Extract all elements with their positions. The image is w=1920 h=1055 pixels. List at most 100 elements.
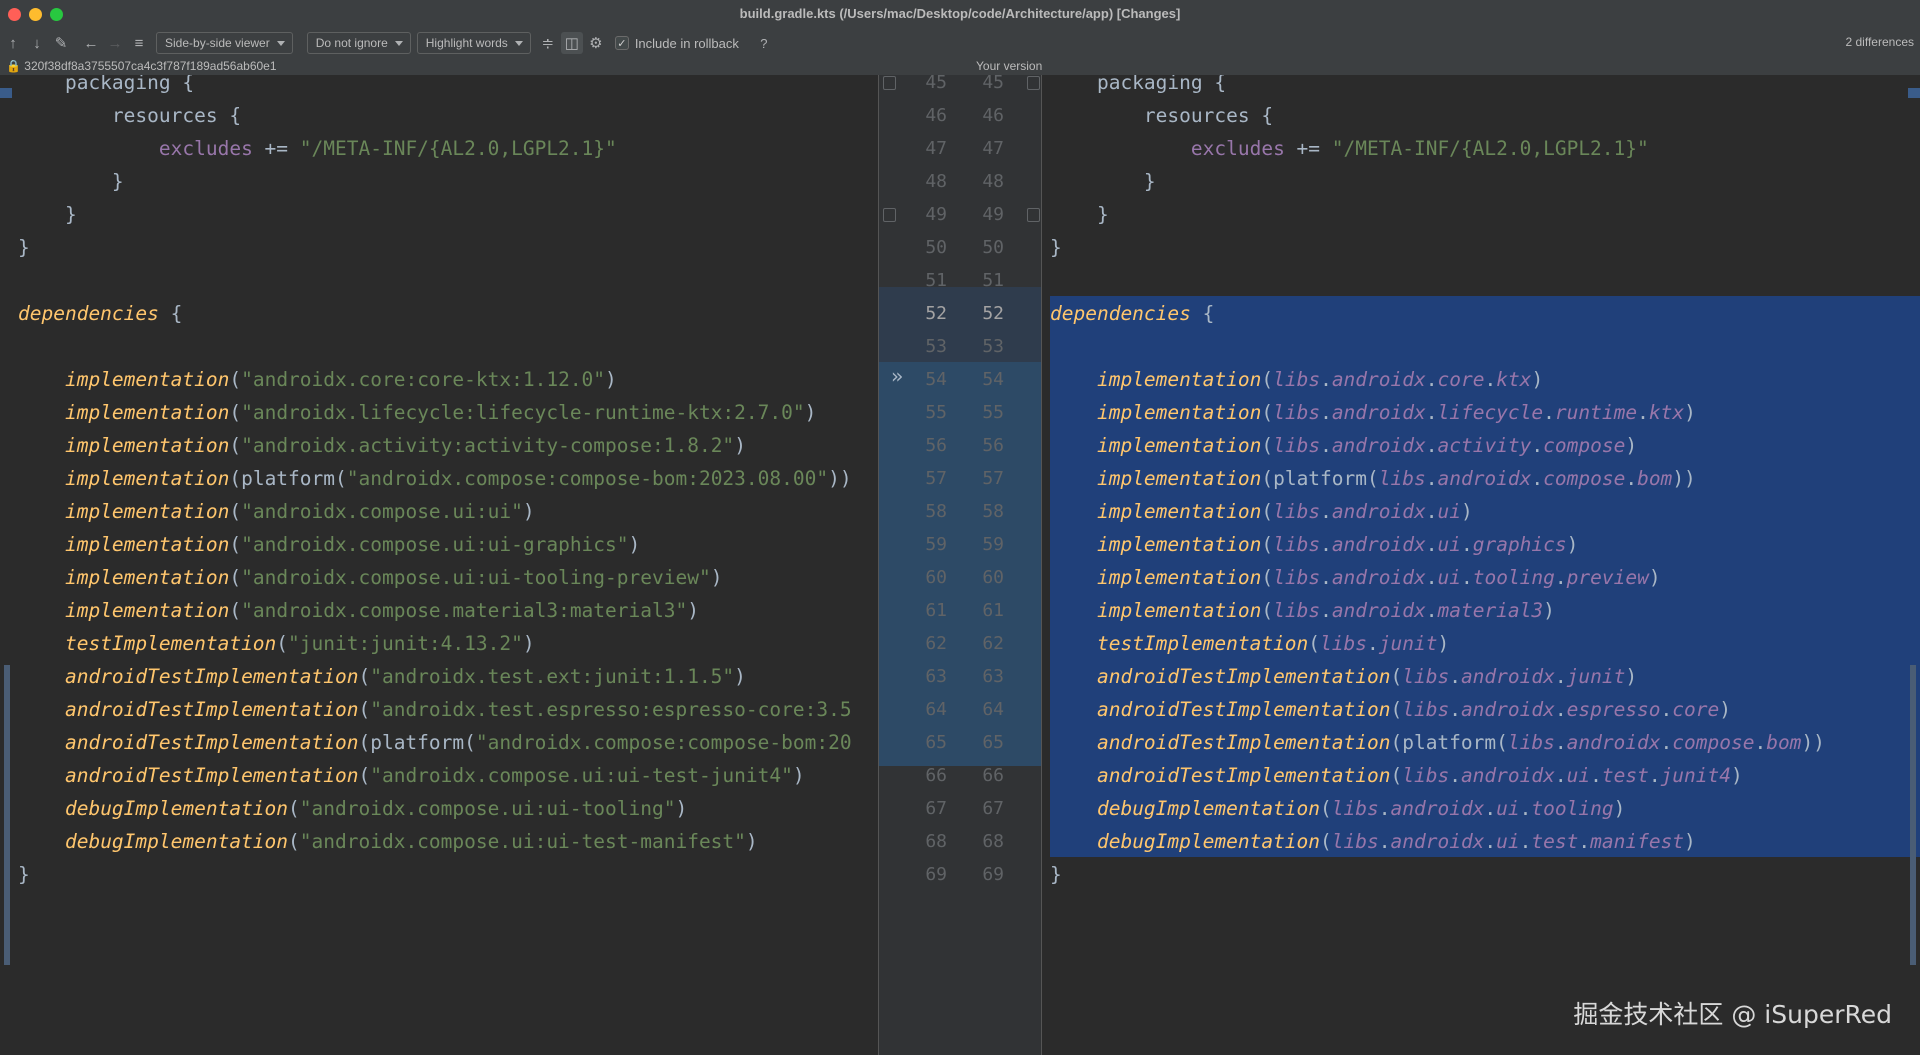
right-line-number: 47 (982, 138, 1004, 159)
code-line[interactable] (1042, 330, 1920, 363)
fold-marker-icon[interactable] (1027, 208, 1040, 222)
right-scrollbar[interactable] (1910, 665, 1916, 965)
fold-marker-icon[interactable] (1027, 76, 1040, 90)
right-line-number: 49 (982, 204, 1004, 225)
arrow-left-icon[interactable]: ← (80, 32, 102, 54)
code-line[interactable]: implementation("androidx.compose.ui:ui-t… (0, 561, 878, 594)
code-line[interactable]: } (0, 165, 878, 198)
code-line[interactable]: dependencies { (0, 297, 878, 330)
left-line-number: 47 (925, 138, 947, 159)
right-line-number: 46 (982, 105, 1004, 126)
code-line[interactable]: debugImplementation(libs.androidx.ui.too… (1042, 792, 1920, 825)
help-button[interactable]: ? (753, 32, 775, 54)
viewer-mode-dropdown[interactable]: Side-by-side viewer (156, 32, 293, 54)
code-line[interactable]: implementation(libs.androidx.core.ktx) (1042, 363, 1920, 396)
code-line[interactable] (0, 330, 878, 363)
code-line[interactable]: implementation(platform(libs.androidx.co… (1042, 462, 1920, 495)
right-line-number: 58 (982, 501, 1004, 522)
code-line[interactable]: packaging { (0, 75, 878, 99)
right-line-number: 50 (982, 237, 1004, 258)
fold-marker-icon[interactable] (883, 76, 896, 90)
code-line[interactable]: packaging { (1042, 75, 1920, 99)
code-line[interactable]: implementation(libs.androidx.material3) (1042, 594, 1920, 627)
code-line[interactable]: } (1042, 198, 1920, 231)
highlight-mode-dropdown[interactable]: Highlight words (416, 32, 531, 54)
title-bar: build.gradle.kts (/Users/mac/Desktop/cod… (0, 0, 1920, 28)
code-line[interactable]: implementation("androidx.compose.materia… (0, 594, 878, 627)
code-line[interactable]: } (0, 858, 878, 891)
code-line[interactable]: implementation("androidx.core:core-ktx:1… (0, 363, 878, 396)
code-line[interactable]: } (0, 198, 878, 231)
code-line[interactable]: excludes += "/META-INF/{AL2.0,LGPL2.1}" (1042, 132, 1920, 165)
right-line-number: 64 (982, 699, 1004, 720)
code-line[interactable]: androidTestImplementation(libs.androidx.… (1042, 660, 1920, 693)
left-editor-pane[interactable]: packaging { resources { excludes += "/ME… (0, 75, 878, 1055)
right-editor-pane[interactable]: packaging { resources { excludes += "/ME… (1042, 75, 1920, 1055)
code-line[interactable]: androidTestImplementation("androidx.test… (0, 660, 878, 693)
apply-change-arrow-icon[interactable]: » (891, 366, 903, 386)
window-title: build.gradle.kts (/Users/mac/Desktop/cod… (739, 6, 1181, 21)
code-line[interactable]: } (1042, 858, 1920, 891)
list-icon[interactable]: ≡ (128, 32, 150, 54)
right-line-number: 55 (982, 402, 1004, 423)
code-line[interactable]: testImplementation("junit:junit:4.13.2") (0, 627, 878, 660)
left-line-number: 65 (925, 732, 947, 753)
right-line-number: 65 (982, 732, 1004, 753)
arrow-up-icon[interactable]: ↑ (2, 32, 24, 54)
sync-scroll-icon[interactable]: ◫ (560, 32, 583, 54)
code-line[interactable]: implementation("androidx.compose.ui:ui-g… (0, 528, 878, 561)
code-line[interactable]: androidTestImplementation("androidx.comp… (0, 759, 878, 792)
code-line[interactable]: implementation("androidx.lifecycle:lifec… (0, 396, 878, 429)
code-line[interactable]: debugImplementation("androidx.compose.ui… (0, 825, 878, 858)
code-line[interactable]: implementation(libs.androidx.ui.tooling.… (1042, 561, 1920, 594)
code-line[interactable]: } (1042, 165, 1920, 198)
code-line[interactable]: androidTestImplementation(platform("andr… (0, 726, 878, 759)
code-line[interactable]: } (0, 231, 878, 264)
code-line[interactable]: dependencies { (1042, 297, 1920, 330)
code-line[interactable]: androidTestImplementation(libs.androidx.… (1042, 759, 1920, 792)
collapse-unchanged-icon[interactable]: ≑ (537, 32, 559, 54)
code-line[interactable]: implementation(platform("androidx.compos… (0, 462, 878, 495)
include-in-rollback-checkbox[interactable]: ✓ (614, 36, 629, 50)
code-line[interactable] (1042, 264, 1920, 297)
code-line[interactable]: androidTestImplementation(libs.androidx.… (1042, 693, 1920, 726)
settings-icon[interactable]: ⚙ (585, 32, 607, 54)
left-scrollbar[interactable] (4, 665, 10, 965)
left-line-number: 66 (925, 765, 947, 786)
code-line[interactable]: excludes += "/META-INF/{AL2.0,LGPL2.1}" (0, 132, 878, 165)
left-line-number: 58 (925, 501, 947, 522)
left-line-number: 52 (925, 303, 947, 324)
code-line[interactable]: implementation(libs.androidx.ui.graphics… (1042, 528, 1920, 561)
left-line-number: 61 (925, 600, 947, 621)
code-line[interactable]: testImplementation(libs.junit) (1042, 627, 1920, 660)
fold-marker-icon[interactable] (883, 208, 896, 222)
differences-count: 2 differences (1845, 35, 1915, 49)
code-line[interactable]: resources { (1042, 99, 1920, 132)
right-line-number: 63 (982, 666, 1004, 687)
code-line[interactable]: androidTestImplementation(platform(libs.… (1042, 726, 1920, 759)
code-line[interactable]: debugImplementation("androidx.compose.ui… (0, 792, 878, 825)
code-line[interactable]: resources { (0, 99, 878, 132)
info-row: 🔒 320f38df8a3755507ca4c3f787f189ad56ab60… (0, 58, 1920, 75)
left-line-number: 60 (925, 567, 947, 588)
right-line-number: 61 (982, 600, 1004, 621)
edit-icon[interactable]: ✎ (50, 32, 72, 54)
code-line[interactable]: androidTestImplementation("androidx.test… (0, 693, 878, 726)
code-line[interactable] (0, 264, 878, 297)
code-line[interactable]: implementation("androidx.activity:activi… (0, 429, 878, 462)
revision-hash-text: 320f38df8a3755507ca4c3f787f189ad56ab60e1 (24, 59, 277, 73)
code-line[interactable]: implementation("androidx.compose.ui:ui") (0, 495, 878, 528)
left-line-number: 57 (925, 468, 947, 489)
right-line-number: 69 (982, 864, 1004, 885)
code-line[interactable]: implementation(libs.androidx.ui) (1042, 495, 1920, 528)
code-line[interactable]: implementation(libs.androidx.lifecycle.r… (1042, 396, 1920, 429)
arrow-right-icon[interactable]: → (104, 32, 126, 54)
arrow-down-icon[interactable]: ↓ (26, 32, 48, 54)
gutter-changed-region (879, 362, 1041, 766)
right-line-number: 60 (982, 567, 1004, 588)
right-line-number: 53 (982, 336, 1004, 357)
code-line[interactable]: implementation(libs.androidx.activity.co… (1042, 429, 1920, 462)
code-line[interactable]: debugImplementation(libs.androidx.ui.tes… (1042, 825, 1920, 858)
code-line[interactable]: } (1042, 231, 1920, 264)
whitespace-mode-dropdown[interactable]: Do not ignore (306, 32, 411, 54)
